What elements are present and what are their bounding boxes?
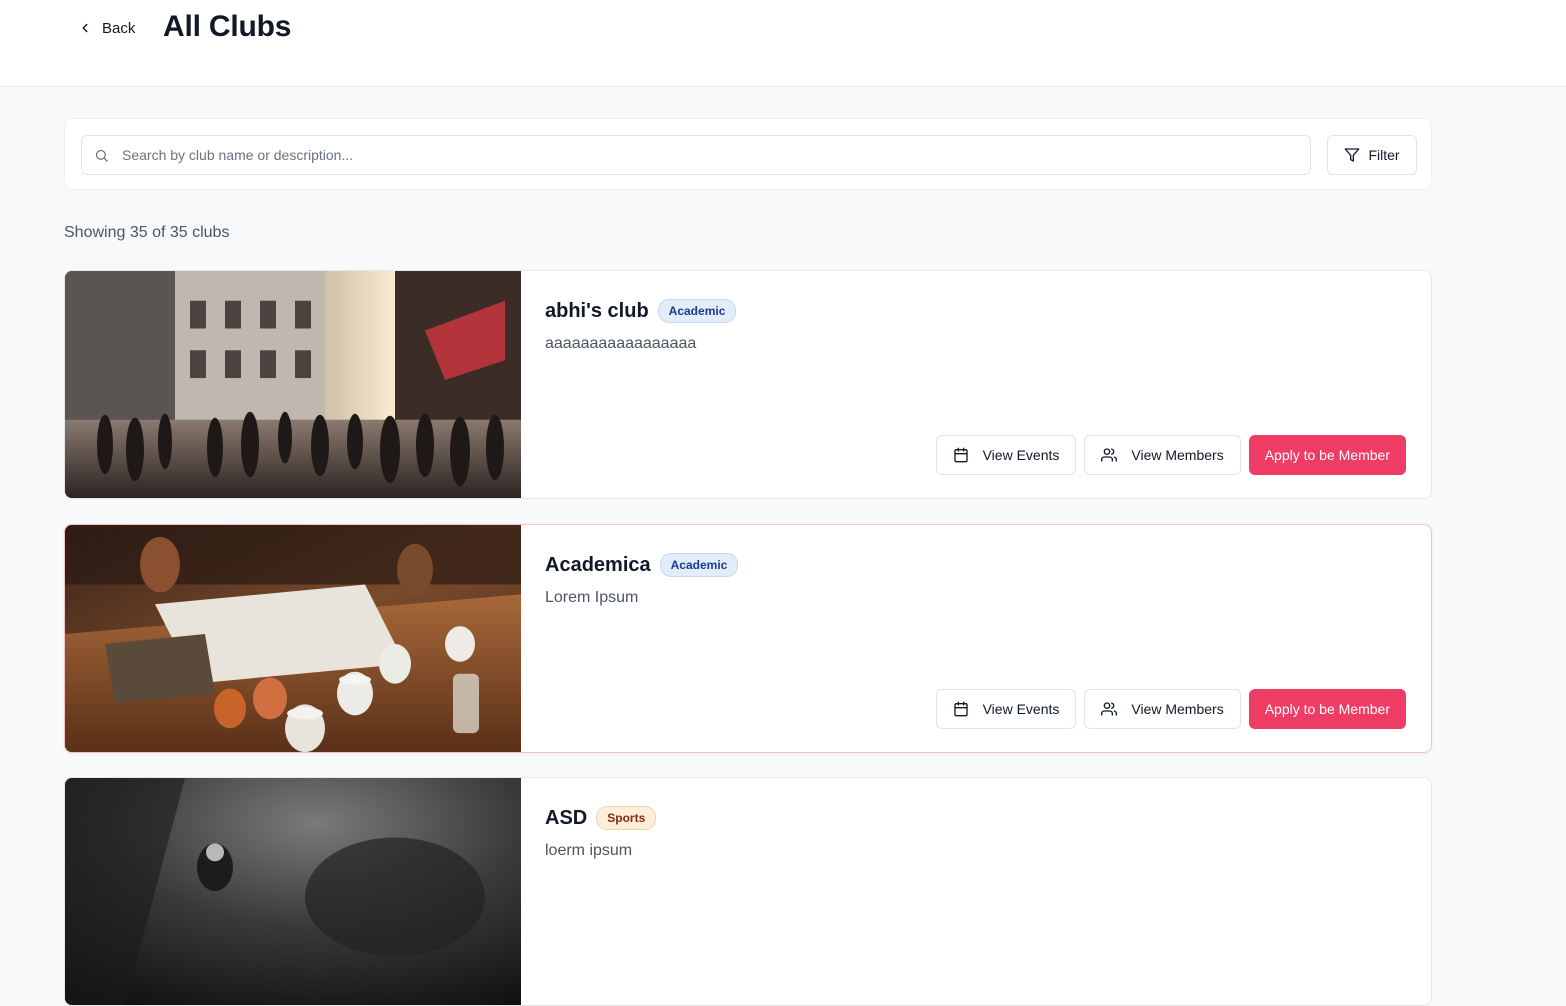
club-card: ASD Sports loerm ipsum bbox=[64, 777, 1432, 1006]
club-name: abhi's club bbox=[545, 299, 649, 322]
view-members-button[interactable]: View Members bbox=[1084, 435, 1241, 475]
view-members-label: View Members bbox=[1131, 701, 1224, 717]
results-count: Showing 35 of 35 clubs bbox=[64, 224, 230, 241]
view-members-label: View Members bbox=[1131, 447, 1224, 463]
apply-member-button[interactable]: Apply to be Member bbox=[1248, 689, 1406, 729]
calendar-icon bbox=[953, 701, 968, 717]
club-name: ASD bbox=[545, 806, 588, 829]
view-members-button[interactable]: View Members bbox=[1084, 689, 1241, 729]
filter-icon bbox=[1345, 148, 1360, 162]
club-name: Academica bbox=[545, 553, 651, 576]
category-badge: Academic bbox=[659, 553, 739, 577]
search-icon bbox=[95, 149, 108, 162]
page-title: All Clubs bbox=[163, 10, 292, 43]
users-icon bbox=[1101, 448, 1118, 462]
club-image bbox=[65, 525, 521, 752]
filter-button[interactable]: Filter bbox=[1327, 135, 1417, 175]
calendar-icon bbox=[953, 447, 968, 463]
view-events-button[interactable]: View Events bbox=[935, 689, 1077, 729]
view-events-label: View Events bbox=[982, 447, 1060, 463]
view-events-button[interactable]: View Events bbox=[935, 435, 1077, 475]
club-description: Lorem Ipsum bbox=[545, 589, 639, 606]
club-actions: View Events View Members Apply to be Mem… bbox=[935, 689, 1406, 729]
club-name-row: abhi's club Academic bbox=[545, 299, 737, 323]
table-with-cups-photo bbox=[65, 525, 521, 752]
club-name-row: ASD Sports bbox=[545, 806, 657, 830]
search-input[interactable] bbox=[82, 136, 1310, 174]
page-header: Back All Clubs bbox=[0, 0, 1566, 87]
back-label: Back bbox=[102, 19, 136, 37]
dark-underwater-diver-photo bbox=[65, 778, 521, 1005]
filter-label: Filter bbox=[1368, 147, 1400, 163]
city-street-crowd-photo bbox=[65, 271, 521, 498]
club-card: abhi's club Academic aaaaaaaaaaaaaaaaa V… bbox=[64, 270, 1432, 499]
users-icon bbox=[1101, 702, 1118, 716]
back-button[interactable]: Back bbox=[72, 14, 141, 42]
club-card: Academica Academic Lorem Ipsum View Even… bbox=[64, 524, 1432, 753]
club-description: aaaaaaaaaaaaaaaaa bbox=[545, 335, 697, 352]
search-panel: Filter bbox=[64, 118, 1432, 190]
chevron-left-icon bbox=[82, 23, 88, 33]
club-image bbox=[65, 778, 521, 1005]
category-badge: Sports bbox=[596, 806, 657, 830]
club-image bbox=[65, 271, 521, 498]
club-name-row: Academica Academic bbox=[545, 553, 739, 577]
apply-member-button[interactable]: Apply to be Member bbox=[1248, 435, 1406, 475]
club-actions: View Events View Members Apply to be Mem… bbox=[935, 435, 1406, 475]
club-description: loerm ipsum bbox=[545, 842, 633, 859]
search-box[interactable] bbox=[81, 135, 1311, 175]
category-badge: Academic bbox=[657, 299, 737, 323]
view-events-label: View Events bbox=[982, 701, 1060, 717]
